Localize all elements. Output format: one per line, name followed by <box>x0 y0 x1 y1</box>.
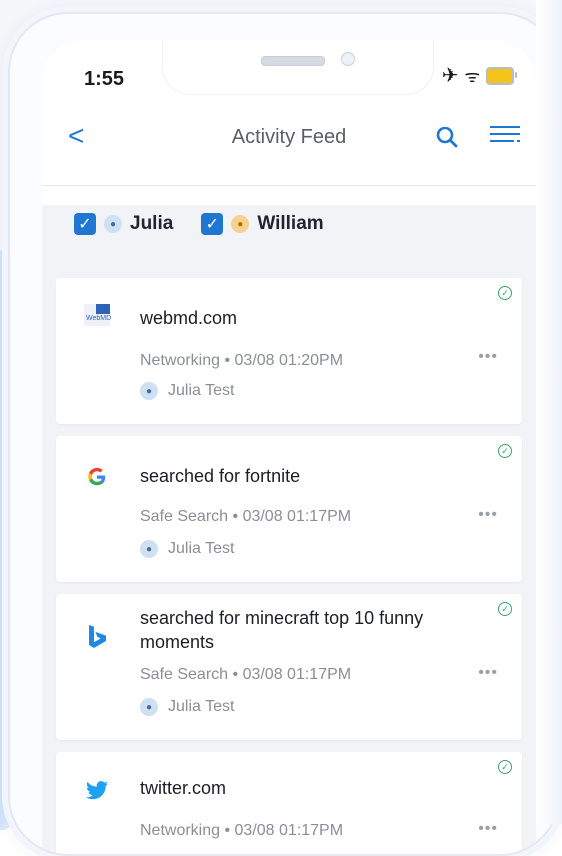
page-title: Activity Feed <box>231 126 347 148</box>
feed-meta: Networking • 03/08 01:20PM <box>140 352 344 369</box>
filter-chip-william[interactable]: ✓ ● William <box>201 213 324 235</box>
verified-check-icon: ✓ <box>498 760 512 774</box>
more-options-button[interactable]: ••• <box>478 506 498 524</box>
william-checkbox[interactable]: ✓ <box>201 213 224 235</box>
google-icon <box>82 462 112 492</box>
wifi-icon: ᯤ <box>464 66 480 86</box>
more-options-button[interactable]: ••• <box>478 664 498 682</box>
filter-name-william: William <box>257 213 324 234</box>
verified-check-icon: ✓ <box>498 444 512 458</box>
julia-checkbox[interactable]: ✓ <box>74 213 96 235</box>
front-camera <box>341 52 355 66</box>
julia-avatar: ● <box>140 382 158 400</box>
navigation-bar: < Activity Feed <box>42 110 536 166</box>
nav-divider <box>42 185 536 186</box>
feed-card[interactable]: ✓ searched for fortnite Safe Search • 03… <box>56 436 522 582</box>
device-notch <box>162 40 434 95</box>
status-time: 1:55 <box>84 68 125 90</box>
search-icon[interactable] <box>436 126 458 148</box>
more-options-button[interactable]: ••• <box>478 348 498 366</box>
twitter-icon <box>82 776 112 806</box>
feed-user: ● Julia Test <box>140 540 234 558</box>
more-options-button[interactable]: ••• <box>478 820 498 838</box>
airplane-icon: ✈ <box>441 65 459 87</box>
feed-title: twitter.com <box>140 778 227 798</box>
julia-avatar: ● <box>104 215 122 233</box>
feed-meta: Safe Search • 03/08 01:17PM <box>140 508 352 525</box>
filter-name-julia: Julia <box>130 213 174 234</box>
feed-meta: Safe Search • 03/08 01:17PM <box>140 666 352 683</box>
filter-chip-julia[interactable]: ✓ ● Julia <box>74 213 173 235</box>
feed-card[interactable]: ✓ twitter.com Networking • 03/08 01:17PM… <box>56 752 522 854</box>
status-icons: ✈ ᯤ <box>441 65 517 87</box>
feed-user: ● Julia Test <box>140 382 234 400</box>
webmd-icon: WebMD <box>82 300 112 330</box>
app-screen: 1:55 ✈ ᯤ < Activity Feed ✓ ● Julia ✓ ● W… <box>42 40 536 854</box>
feed-meta: Networking • 03/08 01:17PM <box>140 822 344 839</box>
feed-title: searched for fortnite <box>140 466 301 486</box>
speaker-grill <box>261 56 325 66</box>
feed-user: ● Julia Test <box>140 698 234 716</box>
svg-text:WebMD: WebMD <box>86 315 111 322</box>
feed-title: webmd.com <box>140 308 238 328</box>
feed-title: searched for minecraft top 10 funny mome… <box>140 608 424 652</box>
user-filter-row: ✓ ● Julia ✓ ● William <box>74 213 324 235</box>
verified-check-icon: ✓ <box>498 286 512 300</box>
battery-icon <box>486 67 517 85</box>
feed-card[interactable]: ✓ WebMD webmd.com Networking • 03/08 01:… <box>56 278 522 424</box>
julia-avatar: ● <box>140 540 158 558</box>
verified-check-icon: ✓ <box>498 602 512 616</box>
phone-frame: 1:55 ✈ ᯤ < Activity Feed ✓ ● Julia ✓ ● W… <box>8 12 560 856</box>
filter-menu-icon[interactable] <box>488 124 522 148</box>
bing-icon <box>82 622 112 652</box>
william-avatar: ● <box>231 215 250 233</box>
julia-avatar: ● <box>140 698 158 716</box>
feed-card[interactable]: ✓ searched for minecraft top 10 funny mo… <box>56 594 522 740</box>
